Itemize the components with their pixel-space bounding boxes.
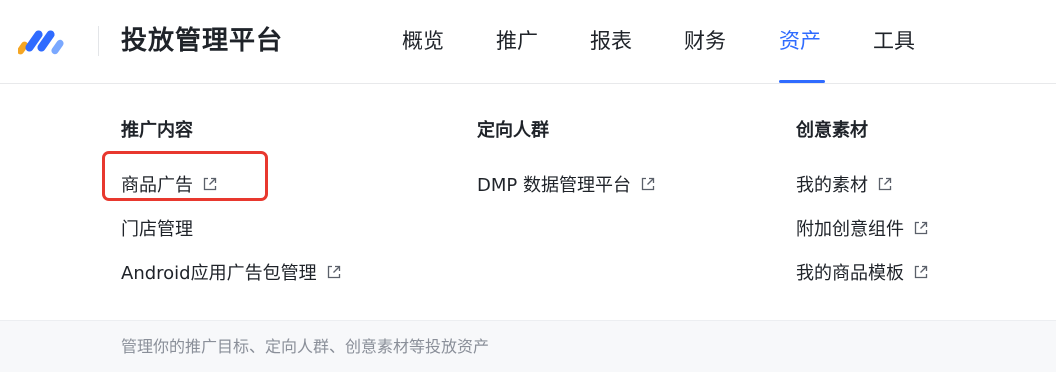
menu-link-label: 我的素材 (796, 175, 868, 196)
nav-tab-finance[interactable]: 财务 (684, 24, 726, 58)
menu-link-store-management[interactable]: 门店管理 (121, 216, 193, 244)
external-link-icon (327, 265, 340, 279)
menu-link-my-materials[interactable]: 我的素材 (796, 172, 893, 200)
menu-link-android-package[interactable]: Android应用广告包管理 (121, 260, 342, 288)
menu-link-creative-components[interactable]: 附加创意组件 (796, 216, 929, 244)
column-title-promotion-content: 推广内容 (121, 120, 193, 141)
nav-tab-assets[interactable]: 资产 (779, 24, 821, 58)
external-link-icon (914, 265, 928, 279)
menu-link-label: 附加创意组件 (796, 219, 904, 240)
menu-link-label: 门店管理 (121, 219, 193, 240)
menu-link-dmp[interactable]: DMP 数据管理平台 (477, 172, 656, 200)
external-link-icon (914, 221, 928, 235)
menu-link-label: DMP 数据管理平台 (477, 175, 631, 196)
external-link-icon (878, 177, 892, 191)
top-navigation-bar: 投放管理平台 概览 推广 报表 财务 资产 工具 (0, 0, 1056, 84)
nav-tab-promotion[interactable]: 推广 (496, 24, 538, 58)
nav-tab-reports[interactable]: 报表 (590, 24, 632, 58)
active-tab-indicator (779, 80, 825, 83)
external-link-icon (641, 177, 655, 191)
header-divider (98, 26, 99, 56)
app-title: 投放管理平台 (121, 26, 284, 56)
nav-tab-overview[interactable]: 概览 (402, 24, 444, 58)
highlight-annotation-box (102, 151, 268, 201)
column-title-creative: 创意素材 (796, 120, 868, 141)
menu-link-label: Android应用广告包管理 (121, 263, 317, 284)
column-title-targeting: 定向人群 (477, 120, 549, 141)
menu-link-product-templates[interactable]: 我的商品模板 (796, 260, 929, 288)
nav-tab-tools[interactable]: 工具 (873, 24, 915, 58)
menu-footer: 管理你的推广目标、定向人群、创意素材等投放资产 (0, 320, 1056, 372)
menu-link-label: 我的商品模板 (796, 263, 904, 284)
footer-description: 管理你的推广目标、定向人群、创意素材等投放资产 (121, 337, 490, 356)
brand-logo-icon[interactable] (18, 26, 74, 56)
